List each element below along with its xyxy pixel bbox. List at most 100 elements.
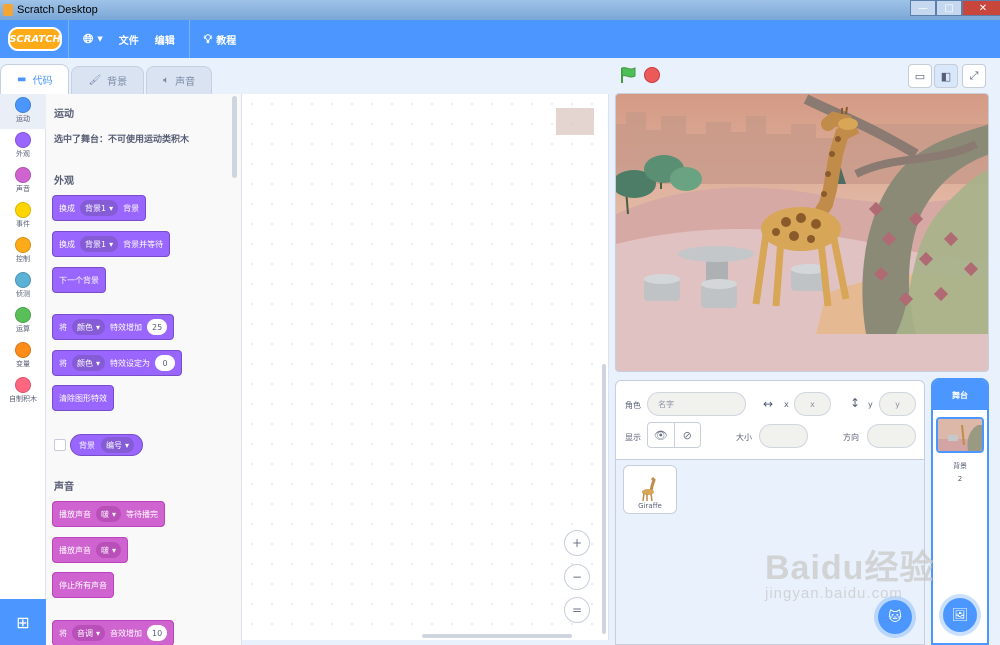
category-looks[interactable]: 外观 (0, 129, 46, 164)
category-sound[interactable]: 声音 (0, 164, 46, 199)
add-extension-button[interactable]: ⊞ (0, 599, 46, 645)
zoom-in-button[interactable]: + (564, 530, 590, 556)
number-input[interactable]: 10 (147, 625, 168, 641)
looks-title: 外观 (54, 176, 74, 187)
tab-backdrops-label: 背景 (107, 77, 128, 88)
sprite-tile-giraffe[interactable]: Giraffe (623, 465, 677, 514)
small-stage-button[interactable]: ▭ (908, 64, 932, 88)
sensing-dot-icon (15, 272, 31, 288)
set-effect-block[interactable]: 将 颜色 ▾ 特效设定为 0 (52, 350, 183, 376)
backdrop-property-dropdown[interactable]: 编号 ▾ (101, 437, 135, 453)
sound-dropdown[interactable]: 啵 ▾ (96, 506, 122, 522)
category-control[interactable]: 控制 (0, 234, 46, 269)
script-vertical-scrollbar[interactable] (602, 364, 606, 634)
tutorials-menu[interactable]: 💡︎ 教程 (196, 20, 244, 58)
sound-effect-dropdown[interactable]: 音调 ▾ (72, 625, 106, 641)
window-controls: — □ ✕ (910, 0, 1000, 16)
zoom-out-icon: − (571, 570, 583, 584)
giraffe-thumbnail (642, 476, 656, 502)
switch-backdrop-wait-block[interactable]: 换成 背景1 ▾ 背景并等待 (52, 231, 171, 257)
direction-label: 方向 (843, 433, 859, 442)
category-my-blocks[interactable]: 自制积木 (0, 374, 46, 409)
switch-backdrop-block[interactable]: 换成 背景1 ▾ 背景 (52, 195, 147, 221)
category-sensing[interactable]: 侦测 (0, 269, 46, 304)
number-input[interactable]: 0 (155, 355, 176, 371)
extension-icon: ⊞ (16, 612, 30, 632)
y-arrows-icon: ↕ (850, 396, 861, 410)
tutorials-label: 教程 (216, 35, 237, 47)
number-input[interactable]: 25 (147, 319, 168, 335)
y-input[interactable]: y (879, 392, 916, 416)
category-variables[interactable]: 变量 (0, 339, 46, 374)
menu-bar: SCRATCH 🌐︎ ▼ 文件 编辑 💡︎ 教程 (0, 20, 1000, 58)
backdrop-dropdown[interactable]: 背景1 ▾ (80, 200, 119, 216)
choose-backdrop-button[interactable]: 🖼︎ (943, 598, 977, 632)
edit-menu[interactable]: 编辑 (147, 20, 183, 58)
small-stage-icon: ▭ (914, 69, 926, 83)
green-flag-icon[interactable] (619, 66, 637, 84)
next-backdrop-block[interactable]: 下一个背景 (52, 267, 106, 293)
category-label: 侦测 (16, 290, 30, 298)
play-sound-until-done-block[interactable]: 播放声音 啵 ▾ 等待播完 (52, 501, 166, 527)
tab-code[interactable]: ▬ 代码 (0, 64, 70, 94)
large-stage-button[interactable]: ◧ (934, 64, 958, 88)
category-events[interactable]: 事件 (0, 199, 46, 234)
eye-off-icon[interactable]: ⊘ (675, 423, 701, 447)
direction-input[interactable] (867, 424, 916, 448)
large-stage-icon: ◧ (940, 69, 952, 83)
baidu-watermark: Baidu经验 jingyan.baidu.com (765, 540, 934, 602)
eye-icon[interactable]: 👁︎ (648, 423, 675, 447)
minimize-button[interactable]: — (910, 0, 936, 16)
choose-sprite-button[interactable]: 🐱︎ (878, 600, 912, 634)
zoom-reset-button[interactable]: = (564, 597, 590, 623)
zoom-out-button[interactable]: − (564, 564, 590, 590)
chevron-down-icon: ▾ (96, 322, 101, 332)
size-input[interactable] (759, 424, 808, 448)
file-menu[interactable]: 文件 (111, 20, 147, 58)
effect-dropdown[interactable]: 颜色 ▾ (72, 355, 106, 371)
dropdown-value: 啵 (101, 545, 109, 555)
target-thumbnail (556, 108, 594, 135)
tab-sounds[interactable]: 🔈︎ 声音 (146, 66, 213, 94)
block-text: 将 (59, 322, 67, 332)
change-effect-block[interactable]: 将 颜色 ▾ 特效增加 25 (52, 314, 175, 340)
script-horizontal-scrollbar[interactable] (422, 634, 572, 638)
category-operators[interactable]: 运算 (0, 304, 46, 339)
category-menu: 运动 外观 声音 事件 控制 侦测 运算 变量 自制积木 ⊞ (0, 94, 46, 645)
maximize-button[interactable]: □ (936, 0, 962, 16)
category-motion[interactable]: 运动 (0, 94, 46, 129)
script-area[interactable]: + − = (242, 94, 609, 640)
clear-effects-block[interactable]: 清除图形特效 (52, 385, 114, 411)
sprite-name-input[interactable]: 名字 (647, 392, 746, 416)
chevron-down-icon: ▾ (112, 545, 117, 555)
effect-dropdown[interactable]: 颜色 ▾ (72, 319, 106, 335)
backdrops-count: 2 (957, 475, 963, 483)
language-menu[interactable]: 🌐︎ ▼ (75, 20, 111, 58)
backdrop-reporter-checkbox[interactable] (54, 439, 66, 451)
block-text: 将 (59, 358, 67, 368)
fullscreen-button[interactable]: ⤢ (962, 64, 986, 88)
stage[interactable] (615, 93, 989, 372)
backdrop-dropdown[interactable]: 背景1 ▾ (80, 236, 119, 252)
speaker-icon: 🔈︎ (163, 75, 170, 86)
scratch-logo[interactable]: SCRATCH (8, 27, 62, 51)
sprite-name: Giraffe (638, 502, 662, 510)
tab-backdrops[interactable]: 🖌︎ 背景 (71, 66, 145, 94)
sound-dropdown[interactable]: 啵 ▾ (96, 542, 122, 558)
y-label: y (868, 400, 873, 409)
palette-scrollbar[interactable] (232, 96, 237, 178)
stop-icon[interactable] (644, 67, 660, 83)
zoom-reset-icon: = (571, 603, 583, 617)
start-sound-block[interactable]: 播放声音 啵 ▾ (52, 537, 129, 563)
dropdown-value: 编号 (106, 440, 122, 450)
backdrop-number-reporter[interactable]: 背景 编号 ▾ (70, 434, 144, 456)
stop-all-sounds-block[interactable]: 停止所有声音 (52, 572, 114, 598)
block-text: 换成 (59, 203, 75, 213)
my-blocks-dot-icon (15, 377, 31, 393)
zoom-in-icon: + (571, 536, 583, 550)
x-arrows-icon: ↔ (763, 397, 774, 411)
close-button[interactable]: ✕ (962, 0, 1000, 16)
change-sound-effect-block[interactable]: 将 音调 ▾ 音效增加 10 (52, 620, 175, 645)
sound-dot-icon (15, 167, 31, 183)
x-input[interactable]: x (794, 392, 831, 416)
